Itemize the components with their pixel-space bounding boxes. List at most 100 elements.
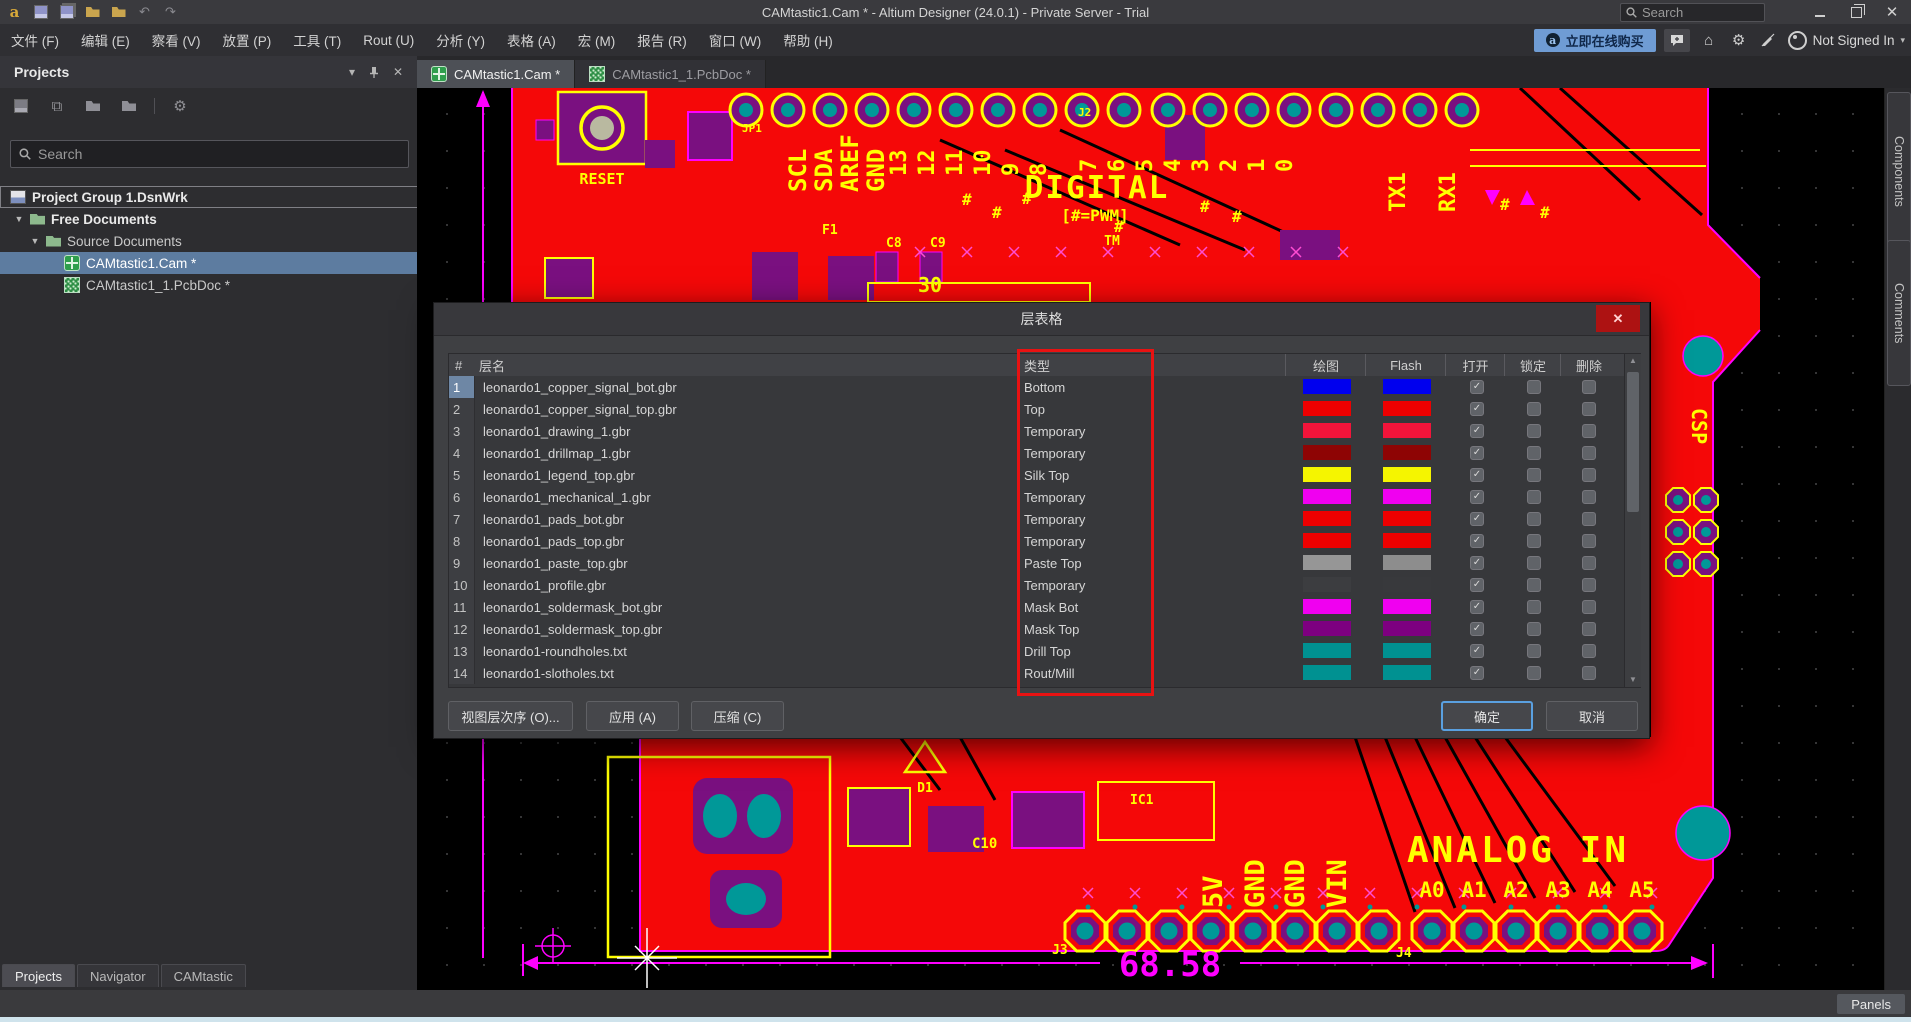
menu-item-2[interactable]: 察看 (V) <box>141 24 212 56</box>
dialog-close-button[interactable]: ✕ <box>1596 305 1640 332</box>
undo-icon[interactable]: ↶ <box>136 4 153 20</box>
scrollbar-thumb[interactable] <box>1627 372 1639 512</box>
open-checkbox[interactable]: ✓ <box>1470 666 1484 680</box>
global-search-input[interactable]: Search <box>1620 3 1765 22</box>
tree-item-4[interactable]: CAMtastic1_1.PcbDoc *D <box>0 274 481 296</box>
doc-tab-0[interactable]: CAMtastic1.Cam * <box>417 60 575 88</box>
draw-color-swatch[interactable] <box>1303 423 1351 438</box>
panel-tab-navigator[interactable]: Navigator <box>77 964 159 987</box>
sign-in-menu[interactable]: Not Signed In▾ <box>1788 31 1905 50</box>
draw-color-swatch[interactable] <box>1303 665 1351 680</box>
flash-color-swatch[interactable] <box>1383 621 1431 636</box>
column-header-0[interactable]: # <box>455 354 475 376</box>
panel-folder-settings-icon[interactable] <box>118 96 140 116</box>
draw-color-swatch[interactable] <box>1303 599 1351 614</box>
draw-color-swatch[interactable] <box>1303 533 1351 548</box>
scroll-up-icon[interactable]: ▲ <box>1625 354 1641 368</box>
ok-button[interactable]: 确定 <box>1441 701 1533 731</box>
open-checkbox[interactable]: ✓ <box>1470 578 1484 592</box>
open-checkbox[interactable]: ✓ <box>1470 644 1484 658</box>
layer-row[interactable]: 2leonardo1_copper_signal_top.gbrTop✓ <box>449 398 1624 420</box>
close-button[interactable]: ✕ <box>1885 5 1899 19</box>
menu-item-5[interactable]: Rout (U) <box>352 24 425 56</box>
lock-checkbox[interactable] <box>1527 424 1541 438</box>
buy-online-button[interactable]: a 立即在线购买 <box>1534 29 1656 52</box>
tab-components[interactable]: Components <box>1887 92 1911 250</box>
flash-color-swatch[interactable] <box>1383 401 1431 416</box>
comment-icon[interactable] <box>1664 29 1690 52</box>
expander-icon[interactable]: ▼ <box>30 236 40 246</box>
lock-checkbox[interactable] <box>1527 556 1541 570</box>
delete-checkbox[interactable] <box>1582 424 1596 438</box>
flash-color-swatch[interactable] <box>1383 577 1431 592</box>
panel-pin-icon[interactable] <box>363 56 385 88</box>
panel-copy-icon[interactable]: ⧉ <box>46 96 68 116</box>
open-checkbox[interactable]: ✓ <box>1470 556 1484 570</box>
draw-color-swatch[interactable] <box>1303 401 1351 416</box>
open-checkbox[interactable]: ✓ <box>1470 600 1484 614</box>
delete-checkbox[interactable] <box>1582 666 1596 680</box>
layer-row[interactable]: 6leonardo1_mechanical_1.gbrTemporary✓ <box>449 486 1624 508</box>
delete-checkbox[interactable] <box>1582 556 1596 570</box>
delete-checkbox[interactable] <box>1582 380 1596 394</box>
table-scrollbar[interactable]: ▲ ▼ <box>1624 354 1641 687</box>
menu-item-7[interactable]: 表格 (A) <box>496 24 567 56</box>
draw-color-swatch[interactable] <box>1303 489 1351 504</box>
menu-item-3[interactable]: 放置 (P) <box>212 24 283 56</box>
layer-row[interactable]: 11leonardo1_soldermask_bot.gbrMask Bot✓ <box>449 596 1624 618</box>
lock-checkbox[interactable] <box>1527 490 1541 504</box>
draw-color-swatch[interactable] <box>1303 643 1351 658</box>
doc-tab-1[interactable]: CAMtastic1_1.PcbDoc * <box>575 60 766 88</box>
open-checkbox[interactable]: ✓ <box>1470 490 1484 504</box>
lock-checkbox[interactable] <box>1527 446 1541 460</box>
settings-gear-icon[interactable]: ⚙ <box>1728 29 1750 52</box>
column-header-4[interactable]: Flash <box>1365 354 1446 376</box>
panel-dropdown-icon[interactable]: ▾ <box>341 56 363 88</box>
lock-checkbox[interactable] <box>1527 534 1541 548</box>
flash-color-swatch[interactable] <box>1383 533 1431 548</box>
delete-checkbox[interactable] <box>1582 534 1596 548</box>
column-header-2[interactable]: 类型 <box>1024 354 1224 376</box>
column-header-1[interactable]: 层名 <box>479 354 779 376</box>
flash-color-swatch[interactable] <box>1383 665 1431 680</box>
compress-button[interactable]: 压缩 (C) <box>691 701 784 731</box>
delete-checkbox[interactable] <box>1582 490 1596 504</box>
menu-item-8[interactable]: 宏 (M) <box>567 24 627 56</box>
save-icon[interactable] <box>32 4 49 20</box>
open-icon[interactable] <box>84 4 101 20</box>
open-checkbox[interactable]: ✓ <box>1470 622 1484 636</box>
annotate-pen-icon[interactable] <box>1758 29 1780 52</box>
lock-checkbox[interactable] <box>1527 578 1541 592</box>
layer-row[interactable]: 9leonardo1_paste_top.gbrPaste Top✓ <box>449 552 1624 574</box>
home-icon[interactable]: ⌂ <box>1698 29 1720 52</box>
open-checkbox[interactable]: ✓ <box>1470 380 1484 394</box>
delete-checkbox[interactable] <box>1582 600 1596 614</box>
lock-checkbox[interactable] <box>1527 512 1541 526</box>
panel-tab-projects[interactable]: Projects <box>2 964 75 987</box>
flash-color-swatch[interactable] <box>1383 445 1431 460</box>
menu-item-9[interactable]: 报告 (R) <box>626 24 698 56</box>
projects-search-input[interactable]: Search <box>10 140 409 168</box>
layer-row[interactable]: 5leonardo1_legend_top.gbrSilk Top✓ <box>449 464 1624 486</box>
draw-color-swatch[interactable] <box>1303 445 1351 460</box>
tree-item-0[interactable]: Project Group 1.DsnWrk <box>0 186 427 208</box>
panel-tab-camtastic[interactable]: CAMtastic <box>161 964 246 987</box>
layer-row[interactable]: 3leonardo1_drawing_1.gbrTemporary✓ <box>449 420 1624 442</box>
layer-row[interactable]: 1leonardo1_copper_signal_bot.gbrBottom✓ <box>449 376 1624 398</box>
delete-checkbox[interactable] <box>1582 512 1596 526</box>
column-header-3[interactable]: 绘图 <box>1285 354 1366 376</box>
tree-item-3[interactable]: CAMtastic1.Cam *D <box>0 252 481 274</box>
column-header-7[interactable]: 删除 <box>1560 354 1617 376</box>
delete-checkbox[interactable] <box>1582 468 1596 482</box>
flash-color-swatch[interactable] <box>1383 555 1431 570</box>
flash-color-swatch[interactable] <box>1383 643 1431 658</box>
save-all-icon[interactable] <box>58 4 75 20</box>
delete-checkbox[interactable] <box>1582 446 1596 460</box>
view-layer-order-button[interactable]: 视图层次序 (O)... <box>448 701 573 731</box>
flash-color-swatch[interactable] <box>1383 379 1431 394</box>
layer-row[interactable]: 13leonardo1-roundholes.txtDrill Top✓ <box>449 640 1624 662</box>
menu-item-11[interactable]: 帮助 (H) <box>772 24 844 56</box>
lock-checkbox[interactable] <box>1527 402 1541 416</box>
draw-color-swatch[interactable] <box>1303 467 1351 482</box>
open-checkbox[interactable]: ✓ <box>1470 468 1484 482</box>
